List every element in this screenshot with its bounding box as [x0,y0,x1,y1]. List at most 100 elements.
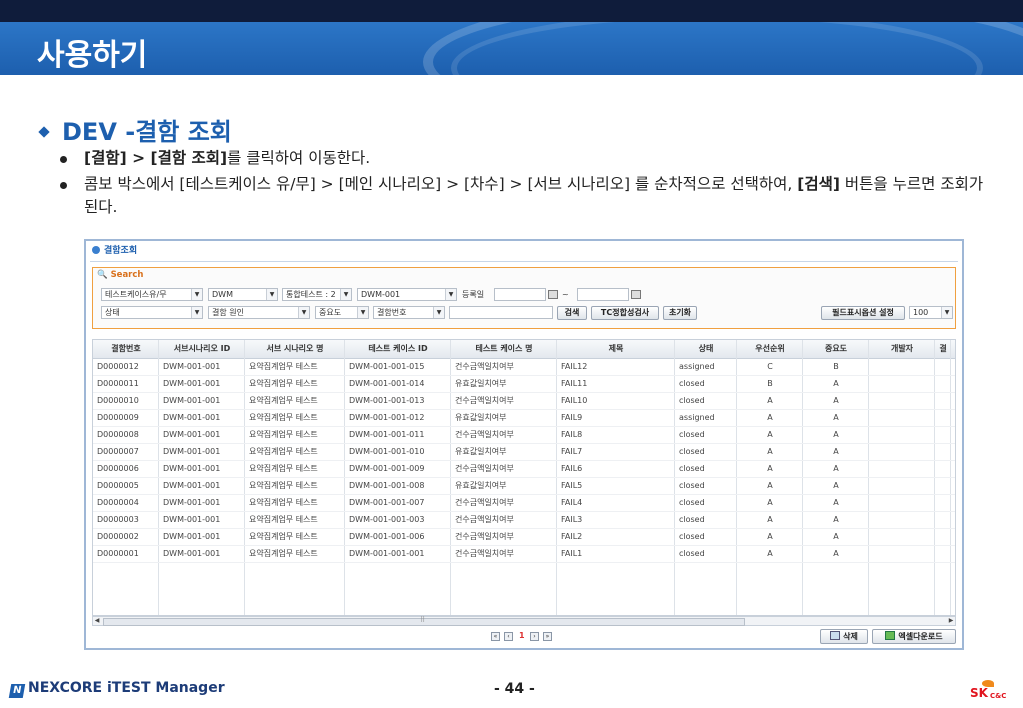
table-row[interactable]: D0000006 DWM-001-001 요약집계업무 테스트 DWM-001-001… [93,460,955,478]
defect-no-select[interactable]: 결함번호 ▼ [373,306,445,319]
scroll-grip-icon: ⠿ [420,616,426,624]
table-row[interactable]: D0000003 DWM-001-001 요약집계업무 테스트 DWM-001-001… [93,511,955,529]
table-cell: D0000002 [97,532,139,541]
table-cell: 건수금액일치여부 [455,549,514,558]
table-row[interactable]: D0000011 DWM-001-001 요약집계업무 테스트 DWM-001-001… [93,375,955,393]
table-cell: closed [679,379,705,388]
table-row[interactable]: D0000007 DWM-001-001 요약집계업무 테스트 DWM-001-001… [93,443,955,461]
table-cell: 건수금액일치여부 [455,498,514,507]
table-cell: 요약집계업무 테스트 [249,430,318,439]
sk-cc-logo: SK C&C [968,680,1012,702]
table-row[interactable]: D0000009 DWM-001-001 요약집계업무 테스트 DWM-001-001… [93,409,955,427]
window-title-text: 결함조회 [104,246,138,256]
chevron-down-icon: ▼ [191,307,202,318]
top-dark-bar [0,0,1023,22]
prev-page-icon[interactable]: ‹ [504,632,513,641]
table-cell: DWM-001-001 [163,481,221,490]
table-cell: 건수금액일치여부 [455,532,514,541]
defect-no-input[interactable] [449,306,553,319]
sub-scenario-select[interactable]: DWM-001 ▼ [357,288,457,301]
round-select[interactable]: 통합테스트 : 2 ▼ [282,288,352,301]
table-cell: closed [679,396,705,405]
reset-button[interactable]: 초기화 [663,306,697,320]
date-from-input[interactable] [494,288,546,301]
current-page[interactable]: 1 [519,631,525,640]
table-cell: 건수금액일치여부 [455,515,514,524]
table-cell: DWM-001-001-003 [349,515,425,524]
table-cell: 요약집계업무 테스트 [249,379,318,388]
page-number: - 44 - [494,681,535,697]
field-display-option-button[interactable]: 필드표시옵션 설정 [821,306,905,320]
table-cell: 유효값일치여부 [455,379,507,388]
table-cell: 요약집계업무 테스트 [249,498,318,507]
excel-download-button[interactable]: 엑셀다운로드 [872,629,956,644]
table-cell: FAIL11 [561,379,588,388]
tc-consistency-check-button[interactable]: TC정합성검사 [591,306,659,320]
table-cell: closed [679,430,705,439]
window-title-icon [92,246,100,254]
main-scenario-select[interactable]: DWM ▼ [208,288,278,301]
table-cell: A [833,396,839,405]
importance-select[interactable]: 중요도 ▼ [315,306,369,319]
bullet-item-1: [결함] > [결함 조회]를 클릭하여 이동한다. [60,147,985,170]
magnifier-icon: 🔍 [97,270,108,280]
table-cell: DWM-001-001 [163,379,221,388]
chevron-down-icon: ▼ [445,289,456,300]
table-cell: A [767,464,773,473]
product-logo-text: NEXCORE iTEST Manager [28,680,225,696]
calendar-icon[interactable] [548,290,558,299]
last-page-icon[interactable]: » [543,632,552,641]
table-row[interactable]: D0000012 DWM-001-001 요약집계업무 테스트 DWM-001-001… [93,358,955,376]
scroll-right-icon[interactable]: ▶ [947,617,955,625]
first-page-icon[interactable]: « [491,632,500,641]
table-row[interactable]: D0000010 DWM-001-001 요약집계업무 테스트 DWM-001-001… [93,392,955,410]
search-button[interactable]: 검색 [557,306,587,320]
defect-no-select-value: 결함번호 [377,308,407,317]
table-row[interactable]: D0000005 DWM-001-001 요약집계업무 테스트 DWM-001-001… [93,477,955,495]
table-cell: FAIL10 [561,396,588,405]
table-row[interactable]: D0000008 DWM-001-001 요약집계업무 테스트 DWM-001-001… [93,426,955,444]
table-cell: DWM-001-001 [163,532,221,541]
table-row[interactable]: D0000002 DWM-001-001 요약집계업무 테스트 DWM-001-001… [93,528,955,546]
excel-icon [885,631,896,640]
defect-cause-select[interactable]: 결함 원인 ▼ [208,306,310,319]
table-cell: closed [679,532,705,541]
chevron-down-icon: ▼ [266,289,277,300]
table-cell: 요약집계업무 테스트 [249,515,318,524]
date-tilde: ~ [562,290,569,299]
tc-exists-select[interactable]: 테스트케이스유/무 ▼ [101,288,203,301]
table-cell: 요약집계업무 테스트 [249,362,318,371]
page-size-select-value: 100 [913,308,929,317]
table-cell: FAIL5 [561,481,583,490]
table-cell: FAIL4 [561,498,583,507]
scroll-thumb[interactable]: ⠿ [103,616,745,626]
table-cell: closed [679,447,705,456]
chevron-down-icon: ▼ [357,307,368,318]
table-cell: DWM-001-001-006 [349,532,425,541]
table-cell: A [767,430,773,439]
table-cell: D0000007 [97,447,139,456]
chevron-down-icon: ▼ [941,307,952,318]
table-row[interactable]: D0000004 DWM-001-001 요약집계업무 테스트 DWM-001-001… [93,494,955,512]
next-page-icon[interactable]: › [530,632,539,641]
scroll-left-icon[interactable]: ◀ [93,617,101,625]
table-cell: FAIL1 [561,549,583,558]
table-cell: DWM-001-001 [163,447,221,456]
table-cell: DWM-001-001-011 [349,430,425,439]
table-row[interactable]: D0000001 DWM-001-001 요약집계업무 테스트 DWM-001-001… [93,545,955,563]
table-cell: DWM-001-001-008 [349,481,425,490]
date-to-input[interactable] [577,288,629,301]
defect-grid: 결함번호 서브시나리오 ID 서브 시나리오 명 테스트 케이스 ID 테스트 케이스 … [92,339,956,616]
table-cell: DWM-001-001 [163,362,221,371]
chevron-down-icon: ▼ [340,289,351,300]
title-bar: 사용하기 [0,22,1023,75]
delete-button[interactable]: 삭제 [820,629,868,644]
calendar-icon[interactable] [631,290,641,299]
nexcore-logo-icon: N [8,684,26,698]
window-title: 결함조회 [86,241,962,261]
page-size-select[interactable]: 100 ▼ [909,306,953,319]
horizontal-scrollbar[interactable]: ◀ ⠿ ▶ [92,616,956,626]
table-cell: 유효값일치여부 [455,481,507,490]
status-select[interactable]: 상태 ▼ [101,306,203,319]
table-cell: A [767,549,773,558]
